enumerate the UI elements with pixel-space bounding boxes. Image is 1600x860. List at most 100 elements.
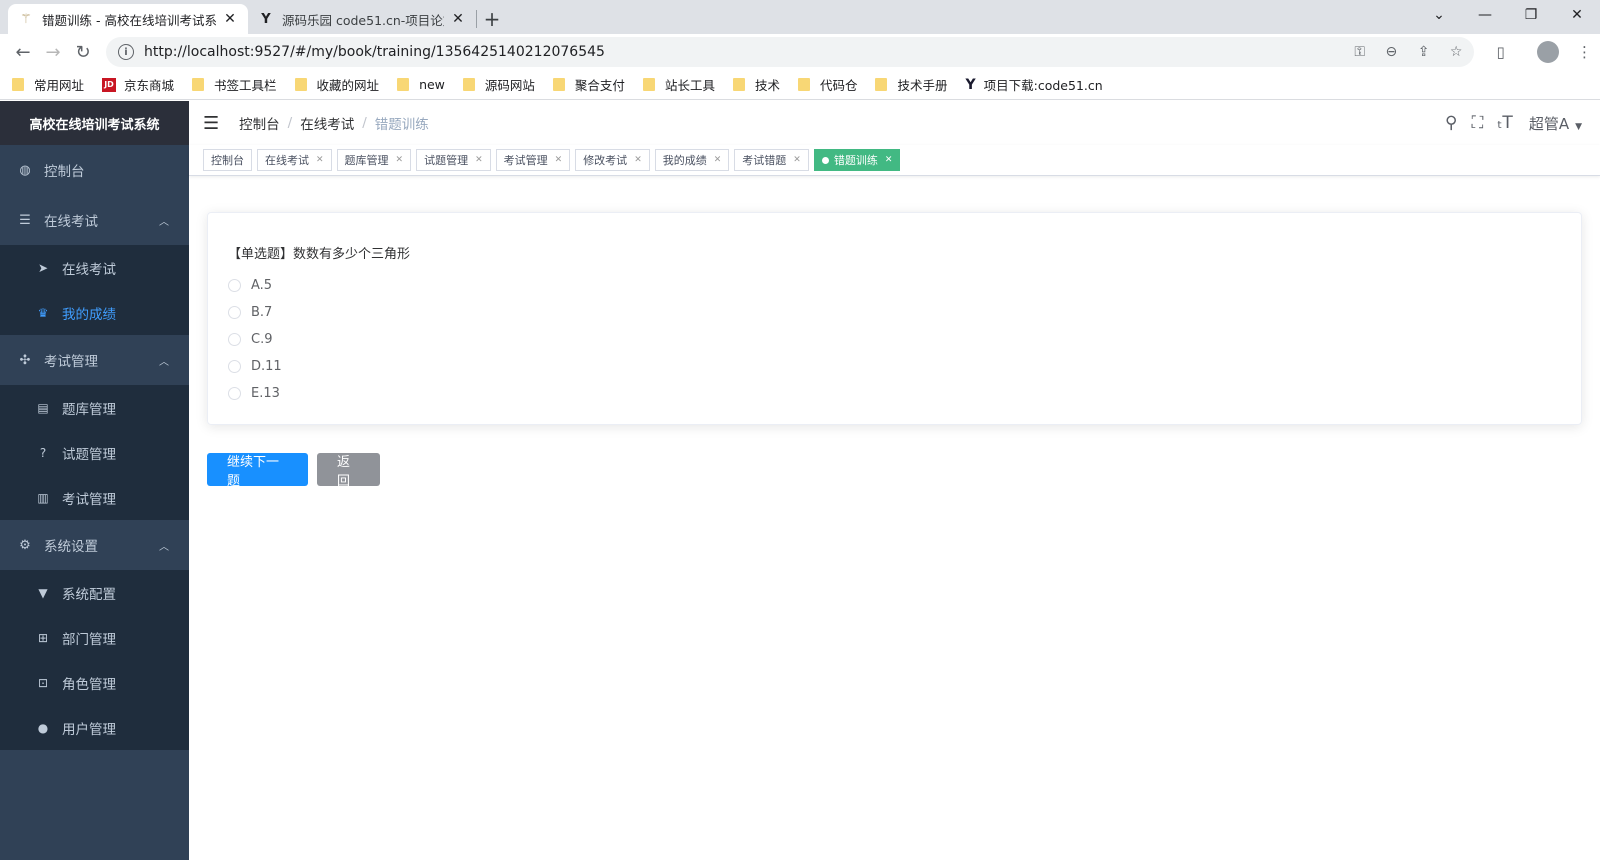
radio-button[interactable]: [228, 333, 241, 346]
close-tab-icon[interactable]: ✕: [450, 11, 466, 27]
caret-down-icon: ▼: [1575, 121, 1582, 132]
bookmark-item[interactable]: 源码网站: [462, 75, 535, 94]
close-icon[interactable]: ✕: [885, 155, 893, 165]
notebook-icon: ▥: [37, 490, 49, 505]
close-icon[interactable]: ✕: [634, 155, 642, 165]
font-size-icon[interactable]: ₜT: [1497, 113, 1512, 133]
sidebar-item-department[interactable]: ⊞ 部门管理: [0, 615, 189, 660]
key-icon[interactable]: ⚿: [1354, 44, 1365, 60]
tag-exam-manage[interactable]: 考试管理 ✕: [495, 149, 571, 171]
chevron-up-icon: ︿: [159, 356, 169, 368]
bookmarks-bar: 常用网址 JD 京东商城 书签工具栏 收藏的网址 new 源码网站 聚合支付 站长…: [0, 70, 1600, 100]
folder-icon: [875, 78, 888, 91]
sidebar-item-dashboard[interactable]: ◍ 控制台: [0, 145, 189, 195]
option-a[interactable]: A.5: [228, 272, 1561, 299]
sidebar-item-role[interactable]: ⊡ 角色管理: [0, 660, 189, 705]
side-panel-icon[interactable]: ▯: [1496, 43, 1504, 61]
close-window-icon[interactable]: ✕: [1554, 0, 1600, 30]
fullscreen-icon[interactable]: ⛶: [1472, 113, 1484, 133]
app-container: 高校在线培训考试系统 ◍ 控制台 ☰ 在线考试 ︿ ➤ 在线考试 ♛ 我的成绩 …: [0, 101, 1600, 860]
radio-button[interactable]: [228, 387, 241, 400]
site-info-icon[interactable]: i: [118, 44, 134, 60]
search-icon[interactable]: ⚲: [1445, 113, 1457, 133]
tag-online-exam[interactable]: 在线考试 ✕: [257, 149, 332, 171]
tag-edit-exam[interactable]: 修改考试 ✕: [575, 149, 650, 171]
share-icon[interactable]: ⇪: [1418, 44, 1430, 60]
sidebar-item-my-score[interactable]: ♛ 我的成绩: [0, 290, 189, 335]
bookmark-item[interactable]: 技术: [732, 75, 780, 94]
close-icon[interactable]: ✕: [714, 155, 722, 165]
browser-menu-icon[interactable]: ⋮: [1577, 43, 1592, 61]
next-question-button[interactable]: 继续下一题: [207, 453, 308, 489]
app-logo-title[interactable]: 高校在线培训考试系统: [0, 101, 189, 145]
bookmark-item[interactable]: 站长工具: [642, 75, 715, 94]
chevron-up-icon: ︿: [159, 216, 169, 228]
bookmark-item[interactable]: 代码仓: [797, 75, 857, 94]
reload-icon[interactable]: ↻: [68, 37, 98, 67]
sidebar-item-exam-manage[interactable]: ✣ 考试管理 ︿: [0, 335, 189, 385]
back-arrow-icon[interactable]: ←: [8, 37, 38, 67]
sidebar-item-system[interactable]: ⚙ 系统设置 ︿: [0, 520, 189, 570]
minimize-icon[interactable]: —: [1462, 0, 1508, 30]
close-icon[interactable]: ✕: [316, 155, 324, 165]
restore-icon[interactable]: ❐: [1508, 0, 1554, 30]
option-b[interactable]: B.7: [228, 299, 1561, 326]
bookmark-item[interactable]: 聚合支付: [552, 75, 625, 94]
sidebar-item-question-manage[interactable]: ? 试题管理: [0, 430, 189, 475]
tab-search-icon[interactable]: ⌄: [1416, 0, 1462, 30]
option-d[interactable]: D.11: [228, 353, 1561, 380]
radio-button[interactable]: [228, 360, 241, 373]
hamburger-icon[interactable]: ☰: [203, 113, 219, 134]
browser-tab[interactable]: Y 源码乐园 code51.cn-项目论文代 ✕: [248, 4, 476, 34]
sidebar-item-question-bank[interactable]: ▤ 题库管理: [0, 385, 189, 430]
bookmark-item[interactable]: Y 项目下载:code51.cn: [966, 75, 1103, 94]
close-tab-icon[interactable]: ✕: [222, 11, 238, 27]
book-icon: ▤: [37, 400, 49, 415]
option-e[interactable]: E.13: [228, 380, 1561, 407]
close-icon[interactable]: ✕: [555, 155, 563, 165]
close-icon[interactable]: ✕: [396, 155, 404, 165]
tag-exam-mistakes[interactable]: 考试错题 ✕: [734, 149, 809, 171]
folder-icon: [797, 78, 810, 91]
close-icon[interactable]: ✕: [793, 155, 801, 165]
bookmark-item[interactable]: 技术手册: [875, 75, 948, 94]
bookmark-item[interactable]: JD 京东商城: [102, 75, 174, 94]
gear-icon: ⚙: [19, 537, 31, 553]
user-dropdown[interactable]: 超管A ▼: [1529, 113, 1582, 134]
bookmark-item[interactable]: 收藏的网址: [294, 75, 379, 94]
breadcrumb-item[interactable]: 控制台: [239, 113, 280, 133]
tag-question-bank[interactable]: 题库管理 ✕: [336, 149, 412, 171]
bookmark-item[interactable]: 书签工具栏: [192, 75, 277, 94]
profile-icon[interactable]: [1523, 41, 1559, 63]
radio-button[interactable]: [228, 306, 241, 319]
sidebar-item-system-config[interactable]: ▼ 系统配置: [0, 570, 189, 615]
back-button[interactable]: 返回: [317, 453, 380, 489]
forward-arrow-icon[interactable]: →: [38, 37, 68, 67]
breadcrumb-item[interactable]: 在线考试: [300, 113, 354, 133]
address-bar[interactable]: i http://localhost:9527/#/my/book/traini…: [106, 37, 1475, 67]
new-tab-button[interactable]: +: [477, 4, 507, 34]
sidebar-item-online-exam[interactable]: ☰ 在线考试 ︿: [0, 195, 189, 245]
tag-my-score[interactable]: 我的成绩 ✕: [654, 149, 730, 171]
browser-tab-active[interactable]: ⚚ 错题训练 - 高校在线培训考试系统 ✕: [8, 4, 248, 34]
zoom-icon[interactable]: ⊖: [1386, 44, 1398, 60]
close-icon[interactable]: ✕: [475, 155, 483, 165]
bookmark-item[interactable]: new: [397, 77, 445, 92]
radio-button[interactable]: [228, 279, 241, 292]
y-logo-icon: Y: [261, 11, 271, 27]
sidebar-item-exam-list[interactable]: ▥ 考试管理: [0, 475, 189, 520]
url-text[interactable]: http://localhost:9527/#/my/book/training…: [144, 44, 1338, 60]
sidebar-item-online-exam-sub[interactable]: ➤ 在线考试: [0, 245, 189, 290]
tag-mistake-training[interactable]: 错题训练 ✕: [813, 149, 901, 171]
tag-question-manage[interactable]: 试题管理 ✕: [416, 149, 491, 171]
bookmark-item[interactable]: 常用网址: [12, 75, 84, 94]
org-chart-icon: ⊞: [37, 630, 49, 645]
tag-dashboard[interactable]: 控制台: [203, 149, 252, 171]
trophy-icon: ♛: [37, 305, 49, 320]
active-dot: [821, 156, 829, 164]
action-buttons: 继续下一题 返回: [207, 453, 1582, 489]
option-c[interactable]: C.9: [228, 326, 1561, 353]
user-icon: ●: [37, 720, 49, 735]
bookmark-star-icon[interactable]: ☆: [1450, 44, 1463, 60]
sidebar-item-user[interactable]: ● 用户管理: [0, 705, 189, 750]
